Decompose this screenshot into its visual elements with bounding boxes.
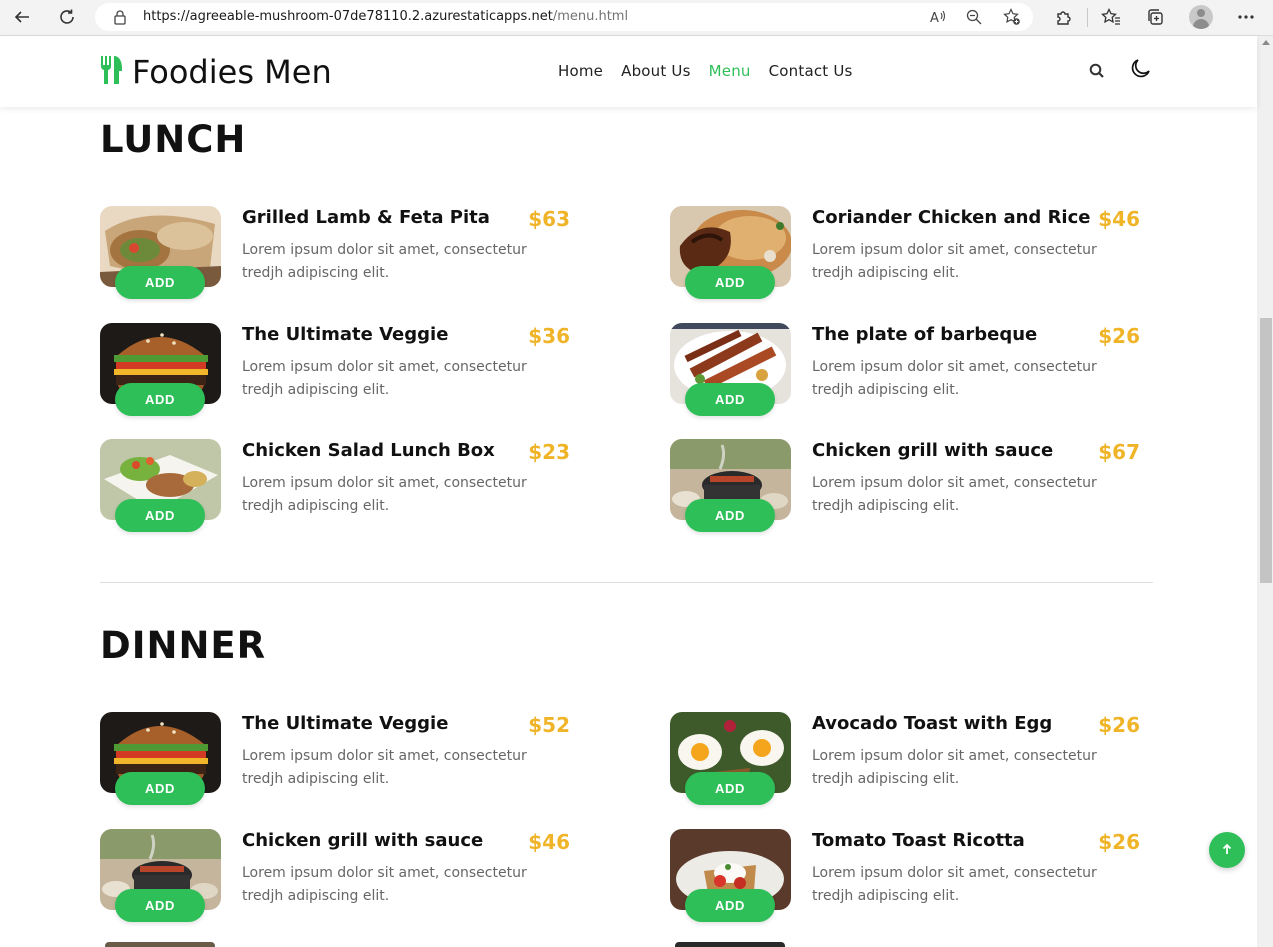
menu-item: ADD The plate of barbeque $26 Lorem ipsu…	[670, 323, 1140, 423]
nav-menu[interactable]: Menu	[709, 62, 751, 80]
item-price: $46	[528, 830, 570, 854]
item-name: Tomato Toast Ricotta	[812, 830, 1025, 851]
add-button[interactable]: ADD	[115, 889, 205, 922]
item-description: Lorem ipsum dolor sit amet, consectetur …	[812, 475, 1097, 514]
next-item-image	[105, 942, 215, 947]
dinner-section-title: DINNER	[100, 624, 267, 667]
item-price: $67	[1098, 440, 1140, 464]
add-button[interactable]: ADD	[685, 499, 775, 532]
item-description: Lorem ipsum dolor sit amet, consectetur …	[242, 475, 527, 514]
nav-about-us[interactable]: About Us	[621, 62, 691, 80]
item-name: Coriander Chicken and Rice	[812, 207, 1091, 228]
menu-item: ADD Avocado Toast with Egg $26 Lorem ips…	[670, 712, 1140, 812]
item-name: Avocado Toast with Egg	[812, 713, 1053, 734]
svg-text:A: A	[930, 11, 939, 25]
browser-toolbar: https://agreeable-mushroom-07de78110.2.a…	[0, 0, 1273, 36]
next-item-image	[675, 942, 785, 947]
site-logo[interactable]: Foodies Men	[100, 54, 332, 90]
fork-knife-icon	[100, 55, 124, 89]
item-price: $46	[1098, 207, 1140, 231]
item-description: Lorem ipsum dolor sit amet, consectetur …	[812, 865, 1097, 904]
item-name: Grilled Lamb & Feta Pita	[242, 207, 490, 228]
scroll-up-icon[interactable]	[1262, 40, 1270, 45]
zoom-icon[interactable]	[963, 7, 985, 27]
add-button[interactable]: ADD	[685, 266, 775, 299]
add-button[interactable]: ADD	[685, 383, 775, 416]
more-icon[interactable]	[1232, 4, 1260, 30]
url-path: /menu.html	[552, 9, 629, 24]
item-description: Lorem ipsum dolor sit amet, consectetur …	[242, 359, 527, 398]
scrollbar-thumb[interactable]	[1260, 318, 1272, 583]
lock-icon[interactable]	[109, 7, 131, 27]
menu-item: ADD Grilled Lamb & Feta Pita $63 Lorem i…	[100, 206, 570, 306]
section-divider	[100, 582, 1153, 583]
main-nav: Home About Us Menu Contact Us	[558, 62, 871, 80]
menu-item: ADD The Ultimate Veggie $36 Lorem ipsum …	[100, 323, 570, 423]
arrow-up-icon	[1220, 841, 1234, 860]
item-price: $26	[1098, 713, 1140, 737]
item-name: Chicken grill with sauce	[812, 440, 1054, 461]
add-button[interactable]: ADD	[115, 383, 205, 416]
add-button[interactable]: ADD	[685, 772, 775, 805]
item-name: The Ultimate Veggie	[242, 324, 449, 345]
item-price: $36	[528, 324, 570, 348]
add-button[interactable]: ADD	[115, 772, 205, 805]
back-icon[interactable]	[8, 4, 36, 30]
read-aloud-icon[interactable]: A	[927, 7, 949, 27]
item-description: Lorem ipsum dolor sit amet, consectetur …	[812, 748, 1097, 787]
item-description: Lorem ipsum dolor sit amet, consectetur …	[812, 359, 1097, 398]
item-name: Chicken Salad Lunch Box	[242, 440, 495, 461]
menu-item: ADD Chicken grill with sauce $46 Lorem i…	[100, 829, 570, 929]
menu-item: ADD Chicken Salad Lunch Box $23 Lorem ip…	[100, 439, 570, 539]
item-name: Chicken grill with sauce	[242, 830, 484, 851]
profile-icon[interactable]	[1189, 5, 1213, 29]
search-icon[interactable]	[1084, 58, 1110, 84]
lunch-section-title: LUNCH	[100, 118, 247, 161]
url-text[interactable]: https://agreeable-mushroom-07de78110.2.a…	[143, 9, 628, 24]
menu-item: ADD The Ultimate Veggie $52 Lorem ipsum …	[100, 712, 570, 812]
menu-item: ADD Chicken grill with sauce $67 Lorem i…	[670, 439, 1140, 539]
menu-item: ADD Coriander Chicken and Rice $46 Lorem…	[670, 206, 1140, 306]
back-to-top-button[interactable]	[1209, 832, 1245, 868]
logo-text: Foodies Men	[132, 53, 332, 91]
nav-contact-us[interactable]: Contact Us	[769, 62, 853, 80]
add-button[interactable]: ADD	[115, 499, 205, 532]
site-header: Foodies Men Home About Us Menu Contact U…	[0, 36, 1257, 107]
item-price: $52	[528, 713, 570, 737]
favorite-add-icon[interactable]	[1001, 7, 1023, 27]
url-host: https://agreeable-mushroom-07de78110.2.a…	[143, 9, 553, 24]
item-description: Lorem ipsum dolor sit amet, consectetur …	[242, 865, 527, 904]
refresh-icon[interactable]	[53, 4, 81, 30]
item-name: The plate of barbeque	[812, 324, 1038, 345]
item-price: $26	[1098, 830, 1140, 854]
item-name: The Ultimate Veggie	[242, 713, 449, 734]
item-description: Lorem ipsum dolor sit amet, consectetur …	[242, 242, 527, 281]
dark-mode-moon-icon[interactable]	[1127, 56, 1153, 82]
item-price: $26	[1098, 324, 1140, 348]
item-price: $23	[528, 440, 570, 464]
add-button[interactable]: ADD	[685, 889, 775, 922]
nav-home[interactable]: Home	[558, 62, 603, 80]
toolbar-separator	[1087, 8, 1088, 27]
collections-icon[interactable]	[1141, 4, 1169, 30]
item-price: $63	[528, 207, 570, 231]
add-button[interactable]: ADD	[115, 266, 205, 299]
address-bar[interactable]: https://agreeable-mushroom-07de78110.2.a…	[95, 3, 1033, 31]
extensions-icon[interactable]	[1049, 4, 1077, 30]
item-description: Lorem ipsum dolor sit amet, consectetur …	[812, 242, 1097, 281]
favorites-icon[interactable]	[1097, 4, 1125, 30]
menu-item: ADD Tomato Toast Ricotta $26 Lorem ipsum…	[670, 829, 1140, 929]
item-description: Lorem ipsum dolor sit amet, consectetur …	[242, 748, 527, 787]
